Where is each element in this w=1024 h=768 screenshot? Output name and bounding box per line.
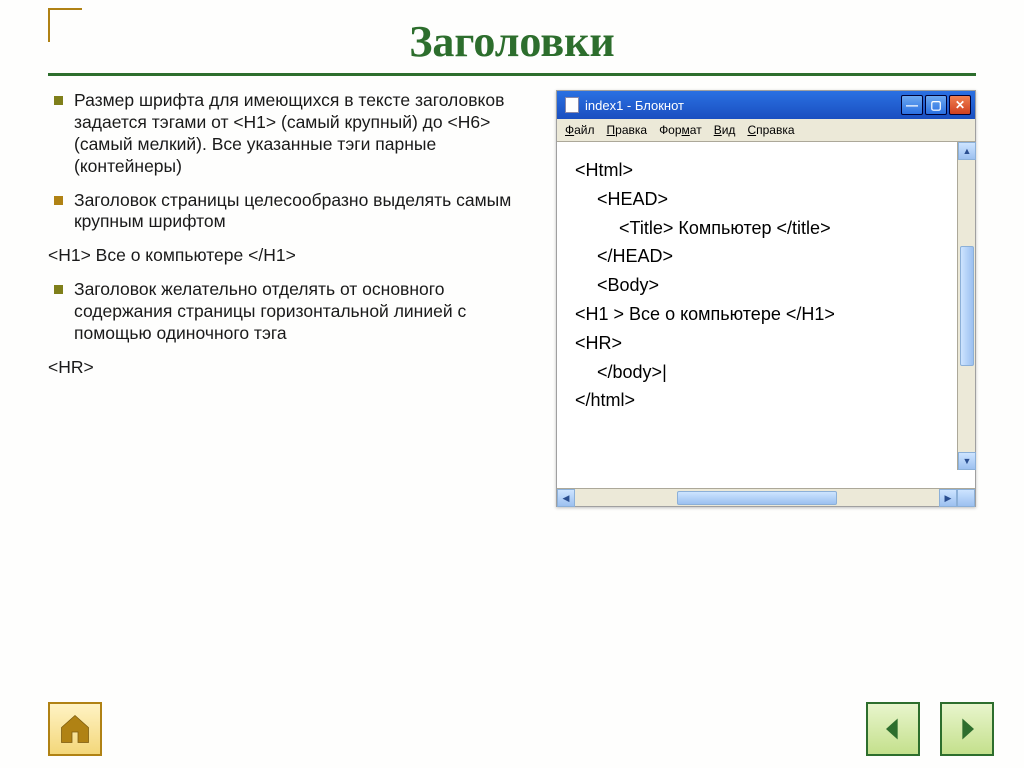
code-line: </html> [575,386,961,415]
chevron-left-icon [879,715,907,743]
code-line: <HEAD> [575,185,961,214]
code-line: <Body> [575,271,961,300]
scroll-thumb-vertical[interactable] [960,246,974,366]
bullet-page-heading: Заголовок страницы целесообразно выделят… [48,190,532,234]
document-icon [565,97,579,113]
menu-view[interactable]: Вид [714,123,736,137]
scroll-left-button[interactable]: ◀ [557,489,575,507]
vertical-scrollbar[interactable]: ▲ ▼ [957,142,975,470]
close-button[interactable]: ✕ [949,95,971,115]
next-slide-button[interactable] [940,702,994,756]
bullet-font-size: Размер шрифта для имеющихся в тексте заг… [48,90,532,178]
titlebar: index1 - Блокнот — ▢ ✕ [557,91,975,119]
bullet-separator: Заголовок желательно отделять от основно… [48,279,532,345]
editor-content[interactable]: <Html> <HEAD> <Title> Компьютер </title>… [557,142,975,488]
horizontal-scrollbar[interactable]: ◀ ▶ [557,488,975,506]
menu-format[interactable]: Формат [659,123,702,137]
scroll-thumb-horizontal[interactable] [677,491,837,505]
menu-file[interactable]: Файл [565,123,595,137]
content-area: Размер шрифта для имеющихся в тексте заг… [0,90,1024,507]
notepad-window: index1 - Блокнот — ▢ ✕ Файл Правка Форма… [556,90,976,507]
chevron-right-icon [953,715,981,743]
menubar: Файл Правка Формат Вид Справка [557,119,975,142]
code-line: <HR> [575,329,961,358]
scroll-right-button[interactable]: ▶ [939,489,957,507]
scroll-down-button[interactable]: ▼ [958,452,976,470]
text-column: Размер шрифта для имеющихся в тексте заг… [48,90,532,391]
menu-help[interactable]: Справка [747,123,794,137]
slide-title: Заголовки [48,0,976,76]
home-icon [57,711,93,747]
scroll-up-button[interactable]: ▲ [958,142,976,160]
maximize-button[interactable]: ▢ [925,95,947,115]
code-line: <Title> Компьютер </title> [575,214,961,243]
code-line: </HEAD> [575,242,961,271]
code-line: <Html> [575,156,961,185]
prev-slide-button[interactable] [866,702,920,756]
scroll-corner [957,489,975,507]
menu-edit[interactable]: Правка [607,123,648,137]
corner-decoration [48,8,82,42]
code-line: </body> [575,358,961,387]
minimize-button[interactable]: — [901,95,923,115]
code-line: <H1 > Все о компьютере </H1> [575,300,961,329]
navigation-footer [48,702,994,756]
code-example-hr: <HR> [48,357,532,379]
code-example-h1: <H1> Все о компьютере </H1> [48,245,532,267]
window-title: index1 - Блокнот [585,98,684,113]
home-button[interactable] [48,702,102,756]
screenshot-column: index1 - Блокнот — ▢ ✕ Файл Правка Форма… [556,90,976,507]
